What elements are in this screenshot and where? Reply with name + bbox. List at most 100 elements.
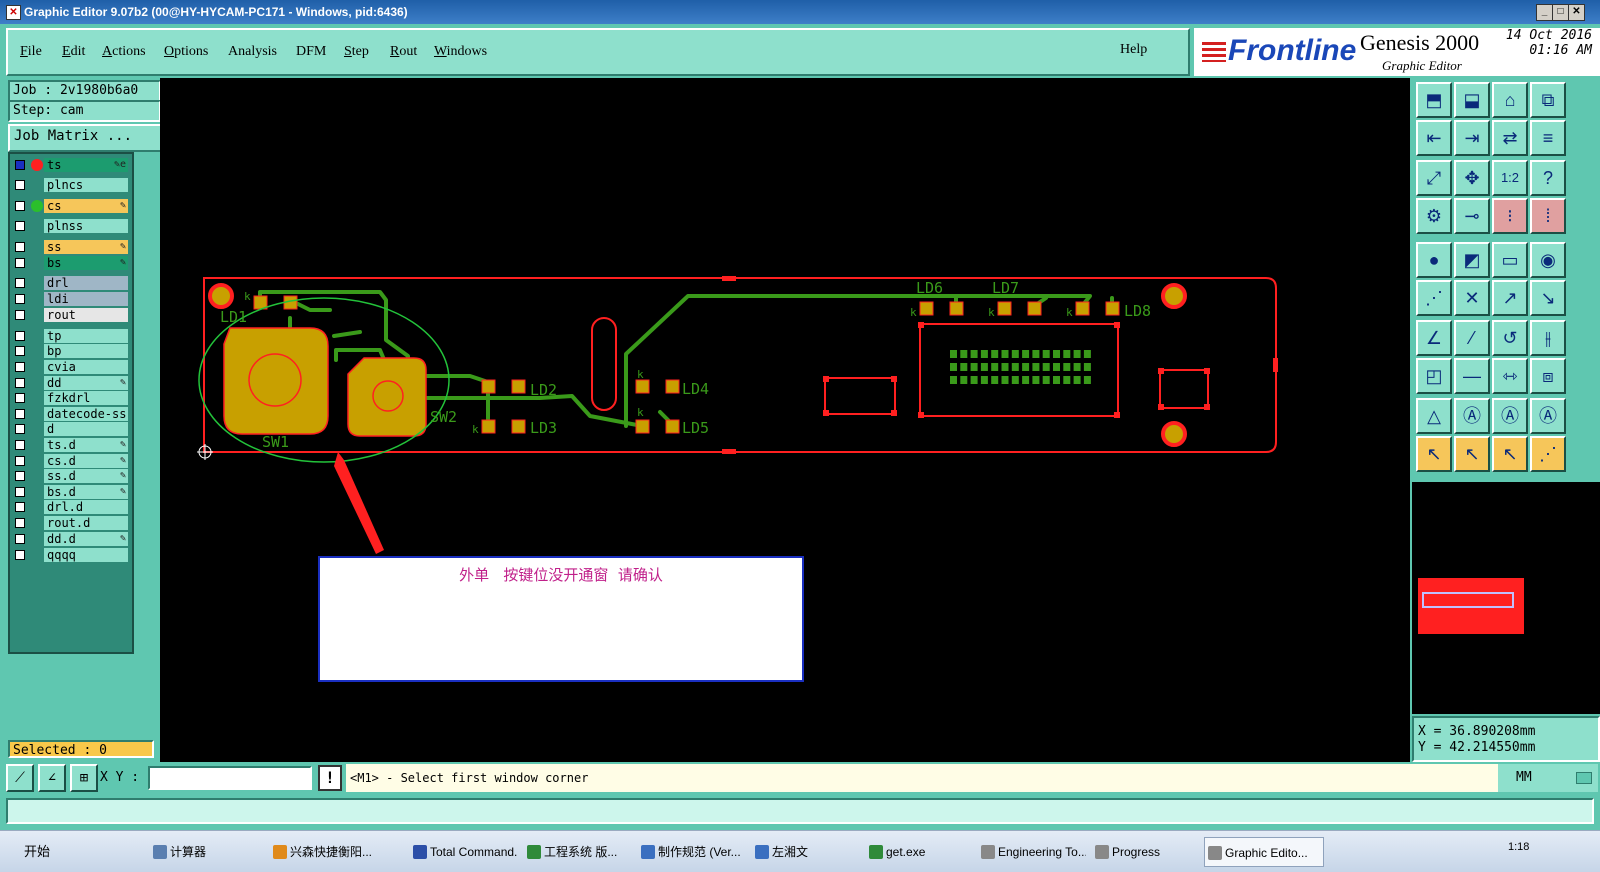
layer-checkbox[interactable]	[15, 346, 25, 356]
layer-row-dd[interactable]: dd ✎	[12, 376, 130, 390]
tool-icon-7-3[interactable]: ⧈	[1530, 358, 1566, 394]
menu-options[interactable]: Options	[164, 44, 208, 60]
layer-row-drl[interactable]: drl	[12, 276, 130, 290]
layer-row-cvia[interactable]: cvia	[12, 360, 130, 374]
tool-icon-2-0[interactable]: ⤢	[1416, 160, 1452, 196]
layer-row-bp[interactable]: bp	[12, 344, 130, 358]
layer-row-tp[interactable]: tp	[12, 329, 130, 343]
layer-checkbox[interactable]	[15, 440, 25, 450]
close-button[interactable]: ✕	[1568, 4, 1585, 21]
menu-step[interactable]: Step	[344, 44, 369, 60]
menu-file[interactable]: File	[20, 44, 42, 60]
layer-row-datecode-ss[interactable]: datecode-ss	[12, 407, 130, 421]
taskbar-item[interactable]: 左湘文	[752, 837, 860, 867]
layer-row-rout[interactable]: rout	[12, 308, 130, 322]
menu-dfm[interactable]: DFM	[296, 44, 326, 60]
tool-icon-6-1[interactable]: ⁄	[1454, 320, 1490, 356]
layer-checkbox[interactable]	[15, 471, 25, 481]
tool-icon-7-2[interactable]: ⇿	[1492, 358, 1528, 394]
taskbar-item[interactable]: 计算器	[150, 837, 260, 867]
layer-row-cs.d[interactable]: cs.d ✎	[12, 454, 130, 468]
menu-rout[interactable]: Rout	[390, 44, 417, 60]
tool-icon-9-3[interactable]: ⋰	[1530, 436, 1566, 472]
tool-icon-5-3[interactable]: ↘	[1530, 280, 1566, 316]
layer-checkbox[interactable]	[15, 393, 25, 403]
taskbar-item[interactable]: 兴森快捷衡阳...	[270, 837, 400, 867]
tool-icon-3-1[interactable]: ⊸	[1454, 198, 1490, 234]
layer-checkbox[interactable]	[15, 294, 25, 304]
layer-row-ss[interactable]: ss ✎	[12, 240, 130, 254]
layer-row-fzkdrl[interactable]: fzkdrl	[12, 391, 130, 405]
tool-icon-2-1[interactable]: ✥	[1454, 160, 1490, 196]
tool-icon-5-2[interactable]: ↗	[1492, 280, 1528, 316]
layer-checkbox[interactable]	[15, 550, 25, 560]
menu-analysis[interactable]: Analysis	[228, 44, 277, 60]
tool-icon-2-3[interactable]: ?	[1530, 160, 1566, 196]
tool-icon-3-0[interactable]: ⚙	[1416, 198, 1452, 234]
overview-minimap[interactable]	[1412, 482, 1600, 714]
tool-icon-6-0[interactable]: ∠	[1416, 320, 1452, 356]
tool-icon-7-1[interactable]: —	[1454, 358, 1490, 394]
menu-windows[interactable]: Windows	[434, 44, 487, 60]
layer-checkbox[interactable]	[15, 258, 25, 268]
layer-checkbox[interactable]	[15, 502, 25, 512]
layer-row-plnss[interactable]: plnss	[12, 219, 130, 233]
tool-icon-9-1[interactable]: ↖	[1454, 436, 1490, 472]
tool-icon-7-0[interactable]: ◰	[1416, 358, 1452, 394]
taskbar-item[interactable]: Total Command...	[410, 837, 518, 867]
tool-icon-6-3[interactable]: ⫲	[1530, 320, 1566, 356]
tool-icon-5-0[interactable]: ⋰	[1416, 280, 1452, 316]
tool-icon-4-1[interactable]: ◩	[1454, 242, 1490, 278]
tool-icon-0-3[interactable]: ⧉	[1530, 82, 1566, 118]
layer-row-d[interactable]: d	[12, 422, 130, 436]
minimize-button[interactable]: _	[1536, 4, 1553, 21]
layer-row-qqqq[interactable]: qqqq	[12, 548, 130, 562]
tool-icon-4-3[interactable]: ◉	[1530, 242, 1566, 278]
xy-input[interactable]	[148, 766, 312, 790]
minimap-viewport[interactable]	[1422, 592, 1514, 608]
tool-icon-8-3[interactable]: Ⓐ	[1530, 398, 1566, 434]
layer-checkbox[interactable]	[15, 534, 25, 544]
tool-icon-0-2[interactable]: ⌂	[1492, 82, 1528, 118]
layer-checkbox[interactable]	[15, 278, 25, 288]
layer-row-bs[interactable]: bs ✎	[12, 256, 130, 270]
maximize-button[interactable]: □	[1552, 4, 1569, 21]
grid-icon[interactable]: ⊞	[70, 764, 98, 792]
tool-icon-3-3[interactable]: ⁞	[1530, 198, 1566, 234]
taskbar-item[interactable]: Engineering To...	[978, 837, 1086, 867]
taskbar-item[interactable]: Graphic Edito...	[1204, 837, 1324, 867]
layer-checkbox[interactable]	[15, 160, 25, 170]
measure-icon[interactable]: ∠	[38, 764, 66, 792]
tool-icon-4-2[interactable]: ▭	[1492, 242, 1528, 278]
layer-checkbox[interactable]	[15, 378, 25, 388]
layer-checkbox[interactable]	[15, 221, 25, 231]
tool-icon-0-0[interactable]: ⬒	[1416, 82, 1452, 118]
tool-icon-1-0[interactable]: ⇤	[1416, 120, 1452, 156]
start-button[interactable]: 开始	[4, 837, 50, 867]
layer-row-ts[interactable]: ts ✎e	[12, 158, 130, 172]
layer-checkbox[interactable]	[15, 487, 25, 497]
units-select[interactable]: MM	[1498, 764, 1598, 792]
menu-actions[interactable]: Actions	[102, 44, 146, 60]
taskbar-item[interactable]: 工程系统 版...	[524, 837, 632, 867]
taskbar-item[interactable]: get.exe	[866, 837, 972, 867]
tool-icon-5-1[interactable]: ✕	[1454, 280, 1490, 316]
annotation-note[interactable]: 外单 按键位没开通窗 请确认	[318, 556, 804, 682]
tool-icon-1-1[interactable]: ⇥	[1454, 120, 1490, 156]
layer-checkbox[interactable]	[15, 362, 25, 372]
tool-icon-2-2[interactable]: 1:2	[1492, 160, 1528, 196]
tool-icon-8-0[interactable]: △	[1416, 398, 1452, 434]
tool-icon-9-2[interactable]: ↖	[1492, 436, 1528, 472]
layer-row-ss.d[interactable]: ss.d ✎	[12, 469, 130, 483]
tool-icon-8-1[interactable]: Ⓐ	[1454, 398, 1490, 434]
layer-checkbox[interactable]	[15, 409, 25, 419]
tool-icon-8-2[interactable]: Ⓐ	[1492, 398, 1528, 434]
job-matrix-button[interactable]: Job Matrix ...	[8, 124, 162, 152]
layer-checkbox[interactable]	[15, 424, 25, 434]
dropdown-icon[interactable]	[1576, 772, 1592, 784]
layer-checkbox[interactable]	[15, 518, 25, 528]
tool-icon-1-2[interactable]: ⇄	[1492, 120, 1528, 156]
tool-icon-3-2[interactable]: ⁝	[1492, 198, 1528, 234]
tool-icon-4-0[interactable]: ●	[1416, 242, 1452, 278]
menu-help[interactable]: Help	[1120, 42, 1147, 58]
